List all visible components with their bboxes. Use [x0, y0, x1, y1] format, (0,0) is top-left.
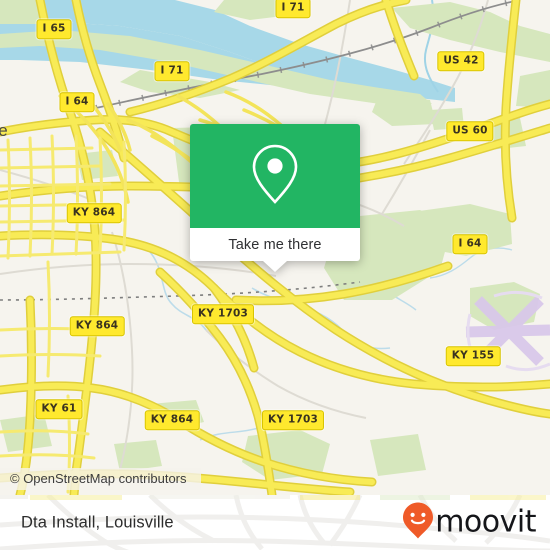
moovit-pin-icon: [402, 501, 434, 544]
road-shield-i64-e: I 64: [452, 234, 488, 254]
city-label: e: [0, 121, 8, 140]
map-screen: e I 65 I 71 I 71 I 64 US 42 US 60 KY 864…: [0, 0, 550, 550]
road-shield-ky864-b: KY 864: [144, 410, 200, 430]
card-pointer-tail: [263, 261, 287, 272]
place-title: Dta Install, Louisville: [21, 513, 174, 531]
road-shield-i65: I 65: [36, 19, 72, 39]
road-shield-i64: I 64: [59, 92, 95, 112]
road-shield-ky61: KY 61: [35, 399, 83, 419]
osm-attribution[interactable]: © OpenStreetMap contributors: [0, 468, 201, 490]
bottom-info-bar: Dta Install, Louisville moovit: [0, 495, 550, 550]
road-shield-ky155: KY 155: [445, 346, 501, 366]
moovit-wordmark: moovit: [435, 504, 536, 540]
road-shield-ky864-w: KY 864: [66, 203, 122, 223]
road-shield-ky864-s: KY 864: [69, 316, 125, 336]
take-me-there-label: Take me there: [228, 236, 322, 253]
map-canvas[interactable]: e I 65 I 71 I 71 I 64 US 42 US 60 KY 864…: [0, 0, 550, 495]
moovit-logo[interactable]: moovit: [402, 501, 536, 544]
road-shield-ky1703: KY 1703: [191, 304, 255, 324]
road-shield-us60: US 60: [446, 121, 494, 141]
road-shield-i71-top: I 71: [275, 0, 311, 18]
road-shield-ky1703-b: KY 1703: [261, 410, 325, 430]
take-me-there-button[interactable]: Take me there: [190, 228, 360, 272]
road-shield-i71: I 71: [154, 61, 190, 81]
card-pin-area: [190, 124, 360, 228]
location-pin-icon: [248, 143, 302, 210]
location-info-card[interactable]: Take me there: [190, 124, 360, 272]
road-shield-us42: US 42: [437, 51, 485, 71]
